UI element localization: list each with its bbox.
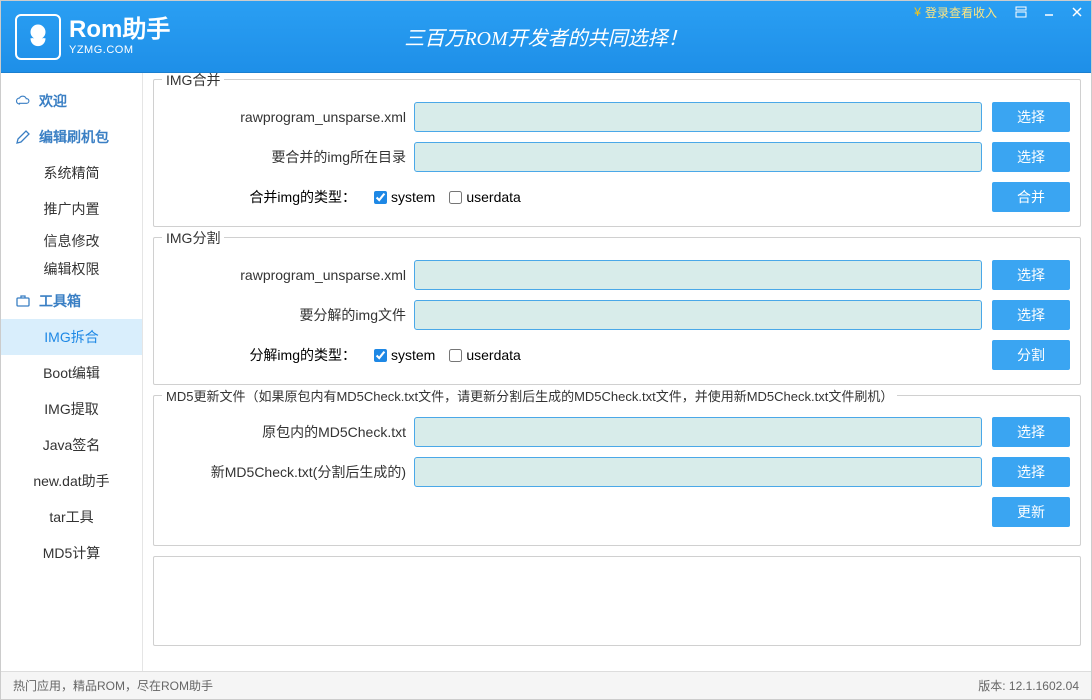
split-checkbox-system-label: system [391,347,435,363]
panel-img-split: IMG分割 rawprogram_unsparse.xml 选择 要分解的img… [153,237,1081,385]
sidebar: 欢迎 编辑刷机包 系统精简 推广内置 信息修改 编辑权限 工具箱 IMG拆合 B… [1,73,143,671]
split-checkbox-system[interactable] [374,349,387,362]
split-label-imgfile: 要分解的img文件 [164,305,414,325]
merge-input-rawprogram[interactable] [414,102,982,132]
main-content: IMG合并 rawprogram_unsparse.xml 选择 要合并的img… [143,73,1091,671]
md5-label-new: 新MD5Check.txt(分割后生成的) [164,462,414,482]
merge-select-rawprogram-button[interactable]: 选择 [992,102,1070,132]
panel-split-title: IMG分割 [162,228,224,248]
split-input-imgfile[interactable] [414,300,982,330]
panel-img-merge: IMG合并 rawprogram_unsparse.xml 选择 要合并的img… [153,79,1081,227]
app-logo: Rom助手 YZMG.COM [15,14,170,60]
md5-input-new[interactable] [414,457,982,487]
minimize-button[interactable] [1035,1,1063,23]
merge-label-rawprogram: rawprogram_unsparse.xml [164,109,414,125]
sidebar-item-info-edit[interactable]: 信息修改 [1,227,142,255]
coin-icon: ¥ [914,5,921,19]
merge-checkbox-userdata[interactable] [449,191,462,204]
logo-subtitle: YZMG.COM [69,44,170,56]
md5-select-original-button[interactable]: 选择 [992,417,1070,447]
merge-action-button[interactable]: 合并 [992,182,1070,212]
sidebar-item-md5[interactable]: MD5计算 [1,535,142,571]
logo-title: Rom助手 [69,17,170,43]
split-select-rawprogram-button[interactable]: 选择 [992,260,1070,290]
merge-label-imgdir: 要合并的img所在目录 [164,147,414,167]
login-link[interactable]: ¥ 登录查看收入 [914,4,997,21]
merge-checkbox-userdata-label: userdata [466,189,520,205]
sidebar-item-newdat[interactable]: new.dat助手 [1,463,142,499]
sidebar-item-boot-edit[interactable]: Boot编辑 [1,355,142,391]
split-checkbox-userdata-label: userdata [466,347,520,363]
settings-button[interactable] [1007,1,1035,23]
toolbox-icon [15,293,33,309]
statusbar-version: 版本: 12.1.1602.04 [978,677,1079,694]
pencil-icon [15,129,33,145]
sidebar-item-perm-edit[interactable]: 编辑权限 [1,255,142,283]
merge-checkbox-system-label: system [391,189,435,205]
sidebar-item-img-split-merge[interactable]: IMG拆合 [1,319,142,355]
panel-md5-update: MD5更新文件（如果原包内有MD5Check.txt文件，请更新分割后生成的MD… [153,395,1081,546]
split-select-imgfile-button[interactable]: 选择 [992,300,1070,330]
sidebar-item-java-sign[interactable]: Java签名 [1,427,142,463]
split-input-rawprogram[interactable] [414,260,982,290]
md5-input-original[interactable] [414,417,982,447]
sidebar-item-promote[interactable]: 推广内置 [1,191,142,227]
md5-select-new-button[interactable]: 选择 [992,457,1070,487]
close-button[interactable] [1063,1,1091,23]
logo-icon [15,14,61,60]
split-action-button[interactable]: 分割 [992,340,1070,370]
statusbar: 热门应用，精品ROM，尽在ROM助手 版本: 12.1.1602.04 [1,671,1091,699]
split-type-label: 分解img的类型： [186,345,356,365]
sidebar-edit-rom[interactable]: 编辑刷机包 [1,119,142,155]
cloud-icon [15,94,33,108]
panel-merge-title: IMG合并 [162,73,224,90]
merge-type-label: 合并img的类型： [186,187,356,207]
sidebar-toolbox[interactable]: 工具箱 [1,283,142,319]
merge-select-imgdir-button[interactable]: 选择 [992,142,1070,172]
panel-output: . [153,556,1081,646]
login-text: 登录查看收入 [925,4,997,21]
slogan-text: 三百万ROM开发者的共同选择！ [404,22,687,51]
merge-input-imgdir[interactable] [414,142,982,172]
merge-checkbox-system[interactable] [374,191,387,204]
sidebar-welcome[interactable]: 欢迎 [1,83,142,119]
sidebar-item-system-slim[interactable]: 系统精简 [1,155,142,191]
md5-label-original: 原包内的MD5Check.txt [164,422,414,442]
sidebar-item-img-extract[interactable]: IMG提取 [1,391,142,427]
sidebar-item-tar[interactable]: tar工具 [1,499,142,535]
split-checkbox-userdata[interactable] [449,349,462,362]
split-label-rawprogram: rawprogram_unsparse.xml [164,267,414,283]
titlebar: Rom助手 YZMG.COM 三百万ROM开发者的共同选择！ ¥ 登录查看收入 [1,1,1091,73]
md5-action-button[interactable]: 更新 [992,497,1070,527]
panel-md5-title: MD5更新文件（如果原包内有MD5Check.txt文件，请更新分割后生成的MD… [162,386,897,405]
statusbar-left-text: 热门应用，精品ROM，尽在ROM助手 [13,677,213,694]
